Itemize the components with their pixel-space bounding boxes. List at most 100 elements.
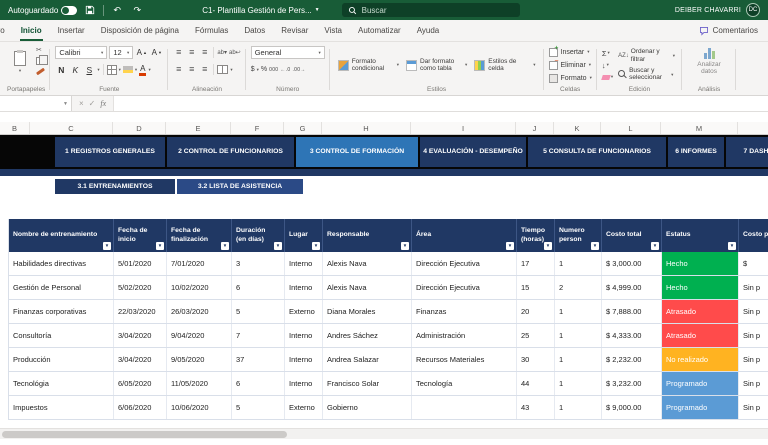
cell[interactable]: Interno [285,372,323,395]
cell[interactable]: Alexis Nava [323,276,412,299]
cell[interactable]: Consultoría [9,324,114,347]
cell[interactable]: 30 [517,348,555,371]
cell[interactable]: Externo [285,396,323,419]
column-letter-j[interactable]: J [516,122,554,134]
filter-button[interactable]: ▼ [506,242,514,250]
module-tab-5-consulta-de-funcionarios[interactable]: 5 CONSULTA DE FUNCIONARIOS [528,137,666,167]
module-tab-2-control-de-funcionarios[interactable]: 2 CONTROL DE FUNCIONARIOS [167,137,294,167]
align-right-icon[interactable]: ≡ [199,64,210,75]
font-name-select[interactable]: Calibri ▾ [55,46,108,59]
cell[interactable]: $ 7,888.00 [602,300,662,323]
cell[interactable]: Dirección Ejecutiva [412,276,517,299]
cell[interactable]: 37 [232,348,285,371]
sub-tab-3-1-entrenamientos[interactable]: 3.1 ENTRENAMIENTOS [55,179,175,194]
cell[interactable]: 1 [555,372,602,395]
cell[interactable]: Administración [412,324,517,347]
cell[interactable]: Sin p [739,300,768,323]
button-eliminar[interactable]: Eliminar▾ [548,58,591,71]
column-letter-h[interactable]: H [322,122,411,134]
button-dar-formato-como-tabla[interactable]: Dar formato como tabla ▾ [403,45,470,85]
cell[interactable]: 7 [232,324,285,347]
button-buscar-y-seleccionar[interactable]: Buscar y seleccionar ▾ [616,66,677,83]
cell[interactable]: Sin p [739,276,768,299]
cell[interactable]: No realizado [662,348,739,371]
button-estilos-de-celda[interactable]: Estilos de celda ▾ [471,45,538,85]
cell[interactable]: Finanzas corporativas [9,300,114,323]
copy-icon[interactable] [36,55,48,65]
filter-button[interactable]: ▼ [651,242,659,250]
cell[interactable]: 17 [517,252,555,275]
insert-function-button[interactable]: fx [100,99,106,108]
module-tab-1-registros-generales[interactable]: 1 REGISTROS GENERALES [55,137,165,167]
underline-button[interactable]: S [83,63,95,76]
cell[interactable]: 1 [555,300,602,323]
cell[interactable]: 22/03/2020 [114,300,167,323]
cell[interactable]: Andres Sáchez [323,324,412,347]
cut-icon[interactable]: ✂ [36,47,45,54]
button-ordenar-y-filtrar[interactable]: Ordenar y filtrar▾ [616,47,677,64]
cell[interactable]: Hecho [662,276,739,299]
cell[interactable]: Interno [285,348,323,371]
ribbon-tab-datos[interactable]: Datos [236,20,273,41]
align-bottom-icon[interactable]: ≡ [199,47,210,58]
cell[interactable]: 3/04/2020 [114,348,167,371]
decrease-font-button[interactable]: A ▼ [150,46,163,59]
cell[interactable]: $ 3,000.00 [602,252,662,275]
undo-button[interactable]: ↶ [110,3,124,17]
cell[interactable]: Habilidades directivas [9,252,114,275]
increase-decimal-button[interactable]: ←.0 [280,67,290,73]
button-insertar[interactable]: Insertar▾ [548,45,590,58]
cell[interactable]: Impuestos [9,396,114,419]
cell[interactable]: Recursos Materiales [412,348,517,371]
bold-button[interactable]: N [55,63,67,76]
autosave-toggle[interactable]: Autoguardado [8,5,78,15]
cell[interactable]: Tecnológia [9,372,114,395]
cell[interactable]: Alexis Nava [323,252,412,275]
cell[interactable]: Francisco Solar [323,372,412,395]
cell[interactable]: 9/04/2020 [167,324,232,347]
cell[interactable]: 1 [555,324,602,347]
cell[interactable]: 10/02/2020 [167,276,232,299]
cell[interactable]: 5 [232,396,285,419]
cell[interactable]: 5 [232,300,285,323]
cell[interactable]: 2 [555,276,602,299]
cell[interactable]: 25 [517,324,555,347]
filter-button[interactable]: ▼ [274,242,282,250]
cell[interactable]: 1 [555,396,602,419]
cell[interactable]: Dirección Ejecutiva [412,252,517,275]
cell[interactable]: 5/02/2020 [114,276,167,299]
cell[interactable]: 10/06/2020 [167,396,232,419]
ribbon-tab-ayuda[interactable]: Ayuda [409,20,448,41]
button-formato[interactable]: Formato ▾ [548,72,592,84]
column-letter-d[interactable]: D [113,122,166,134]
cell[interactable]: Andrea Salazar [323,348,412,371]
cell[interactable]: $ 4,333.00 [602,324,662,347]
name-box[interactable]: ▼ [0,96,72,111]
filter-button[interactable]: ▼ [591,242,599,250]
font-size-select[interactable]: 12 ▾ [109,46,134,59]
cell[interactable]: 6/06/2020 [114,396,167,419]
search-box[interactable] [341,3,520,17]
ribbon-tab-archivo[interactable]: Archivo [0,20,13,41]
sub-tab-3-2-lista-de-asistencia[interactable]: 3.2 LISTA DE ASISTENCIA [177,179,303,194]
cell[interactable]: Gestión de Personal [9,276,114,299]
filter-button[interactable]: ▼ [728,242,736,250]
cell[interactable]: Tecnología [412,372,517,395]
font-color-button[interactable]: A [139,64,147,76]
cell[interactable]: Sin p [739,372,768,395]
cell[interactable]: Programado [662,396,739,419]
ribbon-tab-formulas[interactable]: Fórmulas [187,20,236,41]
borders-button[interactable] [106,64,117,75]
cell[interactable]: 5/01/2020 [114,252,167,275]
fill-button[interactable]: ↓ ▾ [602,60,613,71]
cell[interactable]: Interno [285,252,323,275]
paste-button[interactable]: ▾ [7,45,33,79]
ribbon-tab-vista[interactable]: Vista [316,20,350,41]
align-center-icon[interactable]: ≡ [186,64,197,75]
button-formato-condicional[interactable]: Formato condicional ▾ [335,45,402,85]
cell[interactable]: Sin p [739,396,768,419]
cell[interactable]: $ 3,232.00 [602,372,662,395]
cell[interactable]: $ 9,000.00 [602,396,662,419]
cell[interactable]: 6 [232,372,285,395]
comments-button[interactable]: Comentarios [689,20,768,41]
